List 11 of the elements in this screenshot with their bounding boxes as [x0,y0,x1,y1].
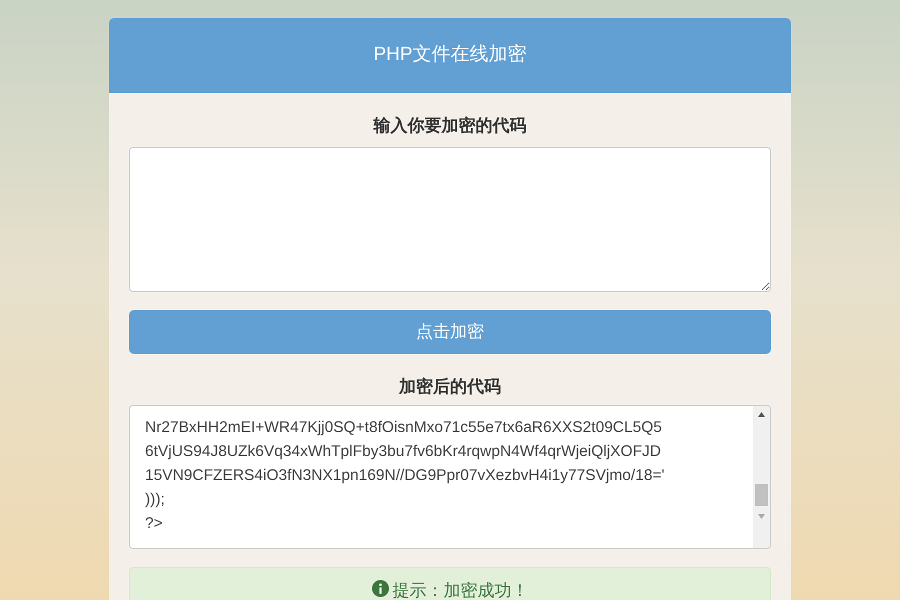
info-icon [372,580,388,597]
scrollbar-thumb[interactable] [755,484,768,506]
scroll-up-icon[interactable] [758,412,765,417]
scrollbar[interactable] [753,406,770,548]
scroll-down-icon[interactable] [758,514,765,519]
encrypted-code-field[interactable]: Nr27BxHH2mEI+WR47Kjj0SQ+t8fOisnMxo71c55e7tx6aR6XXS2t09CL5Q5 6tVjUS94J8UZk6Vq34xWhTplFby3bu7fv6bKr4rqwpN4Wf4qrWjeiQljXOFJD 15VN9CFZERS4iO3fN3NX1pn169N//DG9Ppr07vXezbvH4i1y77SVjmo/18=' ))); ?> [129,405,771,549]
page-title: PHP文件在线加密 [373,43,527,68]
alert-message: 提示：加密成功！ [392,580,528,600]
code-input-field[interactable] [129,146,771,292]
input-label: 输入你要加密的代码 [374,115,526,137]
output-label: 加密后的代码 [399,376,501,398]
